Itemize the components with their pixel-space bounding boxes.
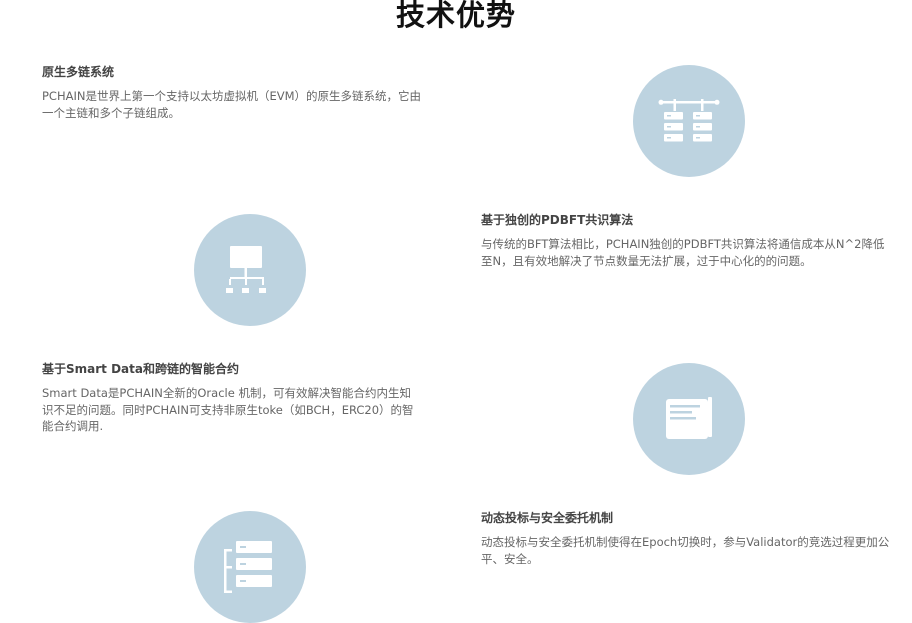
feature-title: 基于独创的PDBFT共识算法 — [481, 213, 634, 227]
feature-description: Smart Data是PCHAIN全新的Oracle 机制，可有效解决智能合约内… — [42, 386, 414, 433]
document-icon — [633, 363, 745, 475]
stacked-servers-icon — [194, 511, 306, 623]
feature-smart-data: 基于Smart Data和跨链的智能合约 Smart Data是PCHAIN全新… — [42, 360, 422, 435]
feature-title: 动态投标与安全委托机制 — [481, 511, 614, 525]
feature-description: 与传统的BFT算法相比，PCHAIN独创的PDBFT共识算法将通信成本从N^2降… — [481, 237, 885, 268]
feature-title: 原生多链系统 — [42, 65, 115, 79]
section-title: 技术优势 — [395, 0, 516, 32]
network-tree-icon — [194, 214, 306, 326]
feature-multichain: 原生多链系统 PCHAIN是世界上第一个支持以太坊虚拟机（EVM）的原生多链系统… — [42, 63, 422, 121]
feature-description: 动态投标与安全委托机制使得在Epoch切换时，参与Validator的竞选过程更… — [481, 535, 890, 566]
feature-dynamic-bidding: 动态投标与安全委托机制 动态投标与安全委托机制使得在Epoch切换时，参与Val… — [481, 509, 891, 567]
server-rack-icon — [633, 65, 745, 177]
feature-description: PCHAIN是世界上第一个支持以太坊虚拟机（EVM）的原生多链系统，它由一个主链… — [42, 89, 422, 120]
feature-pdbft: 基于独创的PDBFT共识算法 与传统的BFT算法相比，PCHAIN独创的PDBF… — [481, 211, 891, 269]
feature-title: 基于Smart Data和跨链的智能合约 — [42, 362, 239, 376]
